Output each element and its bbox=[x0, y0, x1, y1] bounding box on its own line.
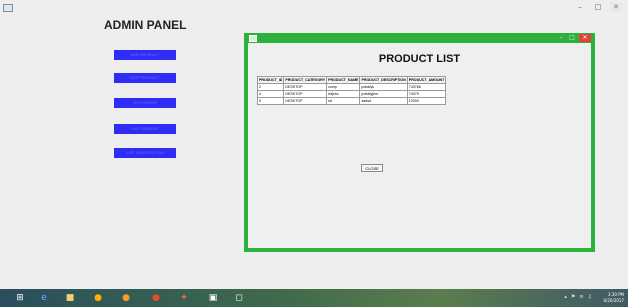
taskbar: ⊞ e ■ ● ● ● ✦ ▣ ◻ ▴ ⚑ ≡ ♫ 3:30 PM 6/20/2… bbox=[0, 289, 628, 307]
folder-icon[interactable]: ■ bbox=[64, 292, 76, 304]
app-circle-icon[interactable]: ● bbox=[92, 292, 104, 304]
list-vendor-item-button[interactable]: LIST VENDOR ITEM bbox=[114, 148, 176, 158]
table-cell[interactable]: sadsd bbox=[359, 97, 408, 105]
firefox-icon[interactable]: ● bbox=[120, 292, 132, 304]
table-cell[interactable]: 12000 bbox=[406, 97, 447, 105]
maximize-icon[interactable]: □ bbox=[568, 34, 576, 42]
table-cell[interactable]: DESKTOP bbox=[283, 90, 328, 98]
table-cell[interactable]: 743766 bbox=[406, 83, 447, 91]
product-list-title: PRODUCT LIST bbox=[378, 53, 461, 65]
clock-date: 6/20/2017 bbox=[603, 298, 624, 303]
window-switcher-icon[interactable]: ▣ bbox=[207, 292, 219, 304]
admin-panel-title: ADMIN PANEL bbox=[104, 18, 187, 32]
product-window-body: PRODUCT LIST PRODUCT_ID PRODUCT_CATEGORY… bbox=[248, 43, 591, 248]
product-table: PRODUCT_ID PRODUCT_CATEGORY PRODUCT_NAME… bbox=[256, 76, 447, 105]
column-header[interactable]: PRODUCT_ID bbox=[256, 76, 285, 84]
app-icon bbox=[3, 4, 13, 12]
start-icon[interactable]: ⊞ bbox=[14, 292, 26, 304]
window-icon bbox=[249, 35, 257, 42]
add-product-button[interactable]: ADD PRODUCT bbox=[114, 50, 176, 60]
browser-icon[interactable]: e bbox=[38, 292, 50, 304]
volume-icon[interactable]: ♫ bbox=[588, 294, 592, 300]
list-vendor-button[interactable]: LIST VENDOR bbox=[114, 124, 176, 134]
minimize-icon[interactable]: – bbox=[557, 34, 565, 42]
maximize-icon[interactable]: □ bbox=[592, 2, 604, 12]
product-list-window: – □ ✕ PRODUCT LIST PRODUCT_ID PRODUCT_CA… bbox=[244, 33, 595, 252]
close-icon[interactable]: ✕ bbox=[579, 34, 591, 42]
table-cell[interactable]: 74379 bbox=[406, 90, 447, 98]
column-header[interactable]: PRODUCT_NAME bbox=[326, 76, 361, 84]
table-cell[interactable]: 2 bbox=[256, 83, 285, 91]
minimize-icon[interactable]: – bbox=[574, 2, 586, 12]
table-cell[interactable]: 5 bbox=[256, 97, 285, 105]
running-app-icon[interactable]: ◻ bbox=[233, 292, 245, 304]
table-cell[interactable]: hdjshc bbox=[326, 90, 361, 98]
clock[interactable]: 3:30 PM 6/20/2017 bbox=[603, 292, 624, 304]
chrome-icon[interactable]: ● bbox=[150, 292, 162, 304]
close-icon[interactable]: ✕ bbox=[610, 2, 622, 12]
system-tray: ▴ ⚑ ≡ ♫ bbox=[564, 294, 592, 300]
table-cell[interactable]: 4 bbox=[256, 90, 285, 98]
network-icon[interactable]: ≡ bbox=[579, 294, 583, 300]
table-cell[interactable]: DESKTOP bbox=[283, 97, 328, 105]
product-window-titlebar[interactable]: – □ ✕ bbox=[244, 33, 595, 43]
flag-icon[interactable]: ⚑ bbox=[571, 294, 575, 300]
close-button[interactable]: CLOSE bbox=[361, 164, 383, 172]
outer-window-controls: – □ ✕ bbox=[574, 2, 622, 12]
table-row[interactable]: 4 DESKTOP hdjshc jcdsklyjkm 74379 bbox=[256, 90, 447, 98]
inner-window-controls: – □ ✕ bbox=[557, 34, 591, 42]
table-row[interactable]: 5 DESKTOP sd sadsd 12000 bbox=[256, 97, 447, 105]
column-header[interactable]: PRODUCT_AMOUNT bbox=[406, 76, 447, 84]
table-header-row: PRODUCT_ID PRODUCT_CATEGORY PRODUCT_NAME… bbox=[256, 76, 447, 84]
column-header[interactable]: PRODUCT_CATEGORY bbox=[283, 76, 328, 84]
table-cell[interactable]: jcdsklyk bbox=[359, 83, 408, 91]
table-cell[interactable]: DESKTOP bbox=[283, 83, 328, 91]
table-cell[interactable]: comp bbox=[326, 83, 361, 91]
chevron-up-icon[interactable]: ▴ bbox=[564, 294, 567, 300]
list-order-button[interactable]: LIST ORDER bbox=[114, 98, 176, 108]
java-icon[interactable]: ✦ bbox=[178, 292, 190, 304]
table-cell[interactable]: jcdsklyjkm bbox=[359, 90, 408, 98]
table-cell[interactable]: sd bbox=[326, 97, 361, 105]
column-header[interactable]: PRODUCT_DESCRIPTION bbox=[359, 76, 408, 84]
edit-product-button[interactable]: EDIT PRODUCT bbox=[114, 73, 176, 83]
table-row[interactable]: 2 DESKTOP comp jcdsklyk 743766 bbox=[256, 83, 447, 91]
